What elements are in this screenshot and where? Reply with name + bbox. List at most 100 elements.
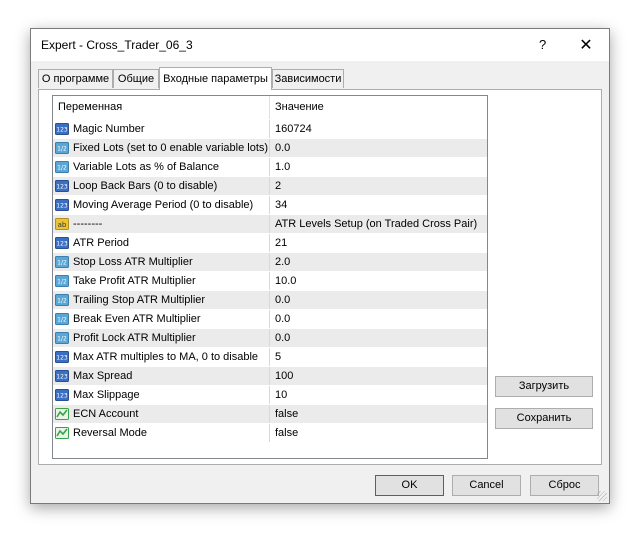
table-row[interactable]: 123 Loop Back Bars (0 to disable) 2 bbox=[53, 177, 487, 196]
parameter-name-cell: 1/2 Profit Lock ATR Multiplier bbox=[53, 329, 270, 347]
svg-text:1/2: 1/2 bbox=[57, 317, 67, 324]
load-button[interactable]: Загрузить bbox=[495, 376, 593, 397]
svg-text:ab: ab bbox=[58, 221, 67, 229]
parameter-name-cell: 123 Max Spread bbox=[53, 367, 270, 385]
svg-text:1/2: 1/2 bbox=[57, 336, 67, 343]
parameter-value[interactable]: 2.0 bbox=[270, 253, 487, 271]
parameter-name: Loop Back Bars (0 to disable) bbox=[73, 180, 218, 192]
column-header-value[interactable]: Значение bbox=[270, 96, 487, 119]
table-row[interactable]: 1/2 Fixed Lots (set to 0 enable variable … bbox=[53, 139, 487, 158]
svg-text:123: 123 bbox=[56, 203, 68, 210]
bool-icon bbox=[55, 427, 69, 439]
table-row[interactable]: 1/2 Stop Loss ATR Multiplier 2.0 bbox=[53, 253, 487, 272]
parameter-value[interactable]: 10 bbox=[270, 386, 487, 404]
parameter-name: Max Slippage bbox=[73, 389, 140, 401]
parameter-name: Stop Loss ATR Multiplier bbox=[73, 256, 193, 268]
input-parameters-panel: Переменная Значение 123 Magic Number 16072… bbox=[38, 89, 602, 465]
table-row[interactable]: 123 ATR Period 21 bbox=[53, 234, 487, 253]
parameter-value[interactable]: 0.0 bbox=[270, 329, 487, 347]
svg-text:123: 123 bbox=[56, 127, 68, 134]
resize-grip-icon[interactable] bbox=[597, 491, 607, 501]
grid-header: Переменная Значение bbox=[53, 96, 487, 120]
parameter-name: ECN Account bbox=[73, 408, 139, 420]
table-row[interactable]: 123 Moving Average Period (0 to disable) 3… bbox=[53, 196, 487, 215]
parameter-name: Take Profit ATR Multiplier bbox=[73, 275, 196, 287]
svg-text:123: 123 bbox=[56, 184, 68, 191]
ok-button[interactable]: OK bbox=[375, 475, 444, 496]
parameter-name: Max Spread bbox=[73, 370, 133, 382]
parameter-value[interactable]: 21 bbox=[270, 234, 487, 252]
parameter-name: Trailing Stop ATR Multiplier bbox=[73, 294, 206, 306]
parameter-name-cell: 123 Magic Number bbox=[53, 120, 270, 138]
int-icon: 123 bbox=[55, 389, 69, 401]
svg-text:1/2: 1/2 bbox=[57, 279, 67, 286]
parameter-name-cell: 1/2 Variable Lots as % of Balance bbox=[53, 158, 270, 176]
parameter-value[interactable]: 10.0 bbox=[270, 272, 487, 290]
int-icon: 123 bbox=[55, 199, 69, 211]
double-icon: 1/2 bbox=[55, 142, 69, 154]
double-icon: 1/2 bbox=[55, 161, 69, 173]
svg-text:123: 123 bbox=[56, 393, 68, 400]
parameter-name-cell: 1/2 Take Profit ATR Multiplier bbox=[53, 272, 270, 290]
double-icon: 1/2 bbox=[55, 256, 69, 268]
parameters-grid[interactable]: Переменная Значение 123 Magic Number 16072… bbox=[52, 95, 488, 459]
parameter-name-cell: 1/2 Fixed Lots (set to 0 enable variable … bbox=[53, 139, 270, 157]
svg-text:1/2: 1/2 bbox=[57, 260, 67, 267]
parameter-name: Reversal Mode bbox=[73, 427, 147, 439]
table-row[interactable]: 1/2 Break Even ATR Multiplier 0.0 bbox=[53, 310, 487, 329]
parameter-value[interactable]: false bbox=[270, 405, 487, 423]
parameter-value[interactable]: 0.0 bbox=[270, 291, 487, 309]
svg-text:1/2: 1/2 bbox=[57, 165, 67, 172]
table-row[interactable]: 1/2 Profit Lock ATR Multiplier 0.0 bbox=[53, 329, 487, 348]
cancel-button[interactable]: Cancel bbox=[452, 475, 521, 496]
save-button[interactable]: Сохранить bbox=[495, 408, 593, 429]
parameter-name-cell: Reversal Mode bbox=[53, 424, 270, 442]
parameter-value[interactable]: ATR Levels Setup (on Traded Cross Pair) bbox=[270, 215, 487, 233]
table-row[interactable]: 1/2 Trailing Stop ATR Multiplier 0.0 bbox=[53, 291, 487, 310]
table-row[interactable]: ab -------- ATR Levels Setup (on Traded Cr… bbox=[53, 215, 487, 234]
double-icon: 1/2 bbox=[55, 313, 69, 325]
tab-about[interactable]: О программе bbox=[38, 69, 113, 88]
tab-input-parameters[interactable]: Входные параметры bbox=[159, 67, 272, 90]
parameter-name-cell: 123 ATR Period bbox=[53, 234, 270, 252]
column-header-variable[interactable]: Переменная bbox=[53, 96, 270, 119]
parameter-name-cell: 1/2 Break Even ATR Multiplier bbox=[53, 310, 270, 328]
table-row[interactable]: Reversal Mode false bbox=[53, 424, 487, 443]
parameter-name: Variable Lots as % of Balance bbox=[73, 161, 219, 173]
parameter-value[interactable]: 100 bbox=[270, 367, 487, 385]
close-icon[interactable]: ✕ bbox=[575, 34, 597, 56]
parameter-value[interactable]: 34 bbox=[270, 196, 487, 214]
svg-text:1/2: 1/2 bbox=[57, 298, 67, 305]
parameter-value[interactable]: 1.0 bbox=[270, 158, 487, 176]
table-row[interactable]: 123 Magic Number 160724 bbox=[53, 120, 487, 139]
svg-text:1/2: 1/2 bbox=[57, 146, 67, 153]
table-row[interactable]: 1/2 Variable Lots as % of Balance 1.0 bbox=[53, 158, 487, 177]
double-icon: 1/2 bbox=[55, 275, 69, 287]
int-icon: 123 bbox=[55, 351, 69, 363]
int-icon: 123 bbox=[55, 123, 69, 135]
parameter-value[interactable]: 0.0 bbox=[270, 310, 487, 328]
tab-common[interactable]: Общие bbox=[113, 69, 159, 88]
parameter-value[interactable]: false bbox=[270, 424, 487, 442]
parameter-value[interactable]: 160724 bbox=[270, 120, 487, 138]
table-row[interactable]: 123 Max ATR multiples to MA, 0 to disable… bbox=[53, 348, 487, 367]
table-row[interactable]: 1/2 Take Profit ATR Multiplier 10.0 bbox=[53, 272, 487, 291]
int-icon: 123 bbox=[55, 180, 69, 192]
tab-dependencies[interactable]: Зависимости bbox=[272, 69, 344, 88]
double-icon: 1/2 bbox=[55, 294, 69, 306]
table-row[interactable]: ECN Account false bbox=[53, 405, 487, 424]
table-row[interactable]: 123 Max Slippage 10 bbox=[53, 386, 487, 405]
reset-button[interactable]: Сброс bbox=[530, 475, 599, 496]
help-button[interactable]: ? bbox=[539, 37, 546, 52]
window-title: Expert - Cross_Trader_06_3 bbox=[41, 38, 193, 52]
parameter-value[interactable]: 0.0 bbox=[270, 139, 487, 157]
parameter-value[interactable]: 2 bbox=[270, 177, 487, 195]
string-icon: ab bbox=[55, 218, 69, 230]
parameter-name-cell: 123 Max ATR multiples to MA, 0 to disable bbox=[53, 348, 270, 366]
table-row[interactable]: 123 Max Spread 100 bbox=[53, 367, 487, 386]
bool-icon bbox=[55, 408, 69, 420]
double-icon: 1/2 bbox=[55, 332, 69, 344]
parameter-value[interactable]: 5 bbox=[270, 348, 487, 366]
parameter-name: Profit Lock ATR Multiplier bbox=[73, 332, 196, 344]
parameter-name-cell: ab -------- bbox=[53, 215, 270, 233]
